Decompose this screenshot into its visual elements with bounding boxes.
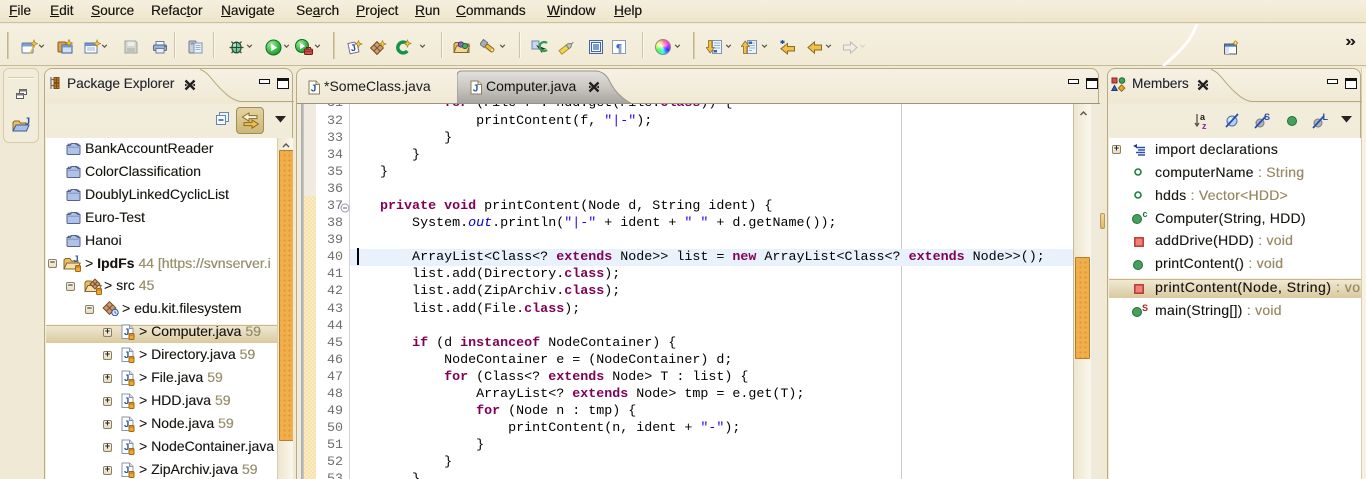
svg-text:S: S <box>1142 304 1148 313</box>
svg-text:c: c <box>1143 211 1148 219</box>
svg-text:z: z <box>1202 121 1207 130</box>
svg-text:¶: ¶ <box>616 41 622 55</box>
